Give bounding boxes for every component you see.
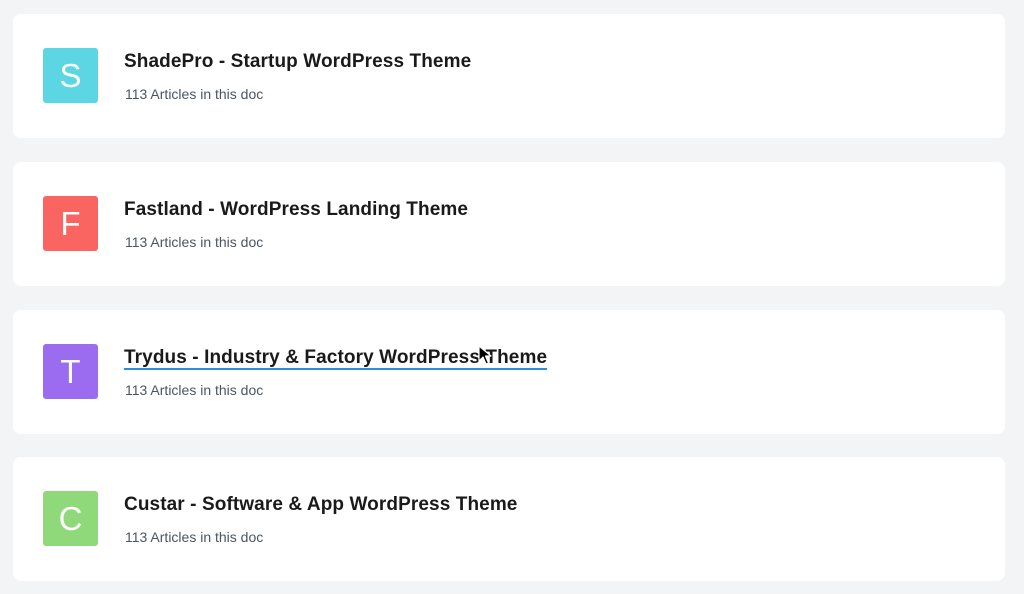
- doc-card[interactable]: F Fastland - WordPress Landing Theme 113…: [13, 162, 1005, 286]
- doc-title-link[interactable]: ShadePro - Startup WordPress Theme: [124, 52, 471, 71]
- doc-avatar: C: [43, 491, 98, 546]
- doc-article-count: 113 Articles in this doc: [125, 382, 264, 398]
- doc-article-count: 113 Articles in this doc: [125, 86, 264, 102]
- doc-card[interactable]: T Trydus - Industry & Factory WordPress …: [13, 310, 1005, 434]
- doc-title-link[interactable]: Fastland - WordPress Landing Theme: [124, 200, 468, 219]
- doc-title-link[interactable]: Custar - Software & App WordPress Theme: [124, 495, 517, 514]
- doc-article-count: 113 Articles in this doc: [125, 529, 264, 545]
- doc-title-link[interactable]: Trydus - Industry & Factory WordPress Th…: [124, 348, 547, 367]
- doc-card[interactable]: C Custar - Software & App WordPress Them…: [13, 457, 1005, 581]
- doc-card[interactable]: S ShadePro - Startup WordPress Theme 113…: [13, 14, 1005, 138]
- doc-avatar: S: [43, 48, 98, 103]
- doc-avatar: F: [43, 196, 98, 251]
- doc-article-count: 113 Articles in this doc: [125, 234, 264, 250]
- doc-avatar: T: [43, 344, 98, 399]
